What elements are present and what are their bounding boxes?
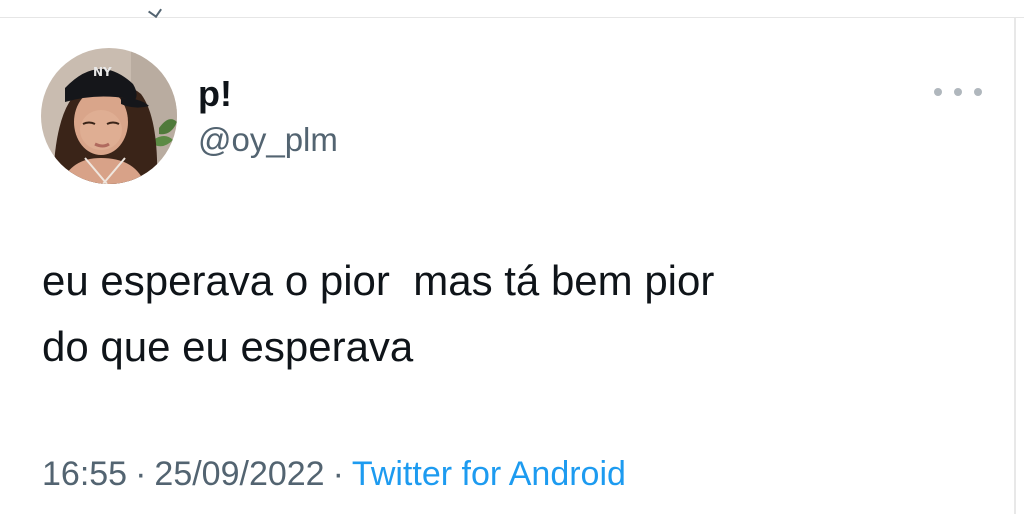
scroll-edge	[1014, 18, 1016, 514]
previous-tweet-edge	[0, 0, 1024, 18]
tweet-text: eu esperava o pior mas tá bem pior do qu…	[42, 248, 962, 380]
tweet-source-link[interactable]: Twitter for Android	[352, 455, 626, 493]
tweet-meta: 16:55 · 25/09/2022 · Twitter for Android	[42, 454, 626, 494]
tweet-text-line-1: eu esperava o pior mas tá bem pior	[42, 257, 715, 304]
user-handle[interactable]: @oy_plm	[198, 120, 338, 160]
more-horizontal-icon-dot	[954, 88, 962, 96]
tweet-time[interactable]: 16:55	[42, 455, 127, 493]
more-options-button[interactable]	[934, 78, 982, 106]
profile-photo: NY	[41, 48, 177, 184]
avatar[interactable]: NY	[41, 48, 177, 184]
more-horizontal-icon	[934, 88, 942, 96]
display-name[interactable]: p!	[198, 74, 232, 114]
more-horizontal-icon-dot	[974, 88, 982, 96]
svg-text:NY: NY	[93, 65, 112, 79]
meta-separator: ·	[135, 455, 147, 493]
meta-separator: ·	[332, 455, 344, 493]
tweet-card: NY p! @oy_plm eu esperava o pior mas tá …	[0, 18, 1012, 514]
thread-connector-icon	[148, 4, 162, 18]
tweet-date[interactable]: 25/09/2022	[154, 455, 324, 493]
tweet-text-line-2: do que eu esperava	[42, 323, 414, 370]
